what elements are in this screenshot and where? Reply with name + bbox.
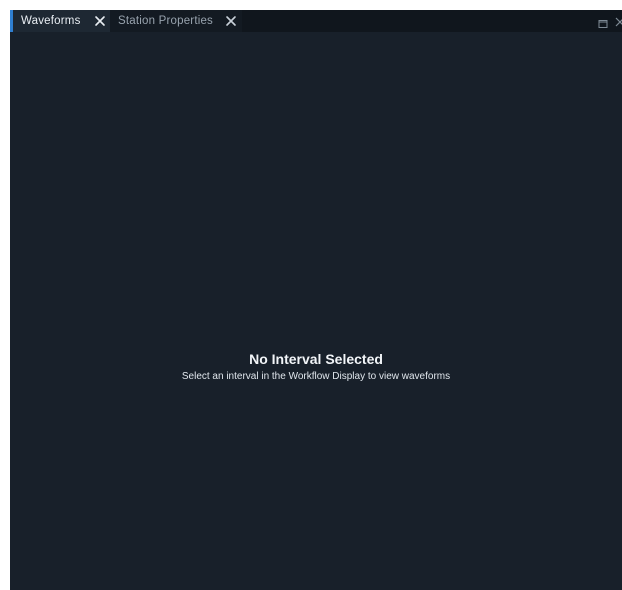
- waveform-display-area: No Interval Selected Select an interval …: [10, 32, 622, 590]
- tab-station-properties[interactable]: Station Properties: [110, 10, 242, 32]
- close-icon[interactable]: [224, 14, 238, 28]
- tab-bar: Waveforms Station Properties: [10, 10, 622, 32]
- empty-state: No Interval Selected Select an interval …: [10, 350, 622, 384]
- close-icon[interactable]: [615, 15, 622, 27]
- empty-state-description: Select an interval in the Workflow Displ…: [181, 371, 451, 382]
- maximize-icon[interactable]: [598, 16, 608, 28]
- waveforms-panel: Waveforms Station Properties No Interval…: [10, 10, 622, 590]
- tab-label: Waveforms: [21, 15, 81, 27]
- tab-label: Station Properties: [118, 15, 214, 27]
- close-icon[interactable]: [93, 14, 107, 28]
- empty-state-title: No Interval Selected: [249, 351, 383, 367]
- tab-waveforms[interactable]: Waveforms: [10, 10, 110, 32]
- active-tab-indicator: [10, 10, 13, 32]
